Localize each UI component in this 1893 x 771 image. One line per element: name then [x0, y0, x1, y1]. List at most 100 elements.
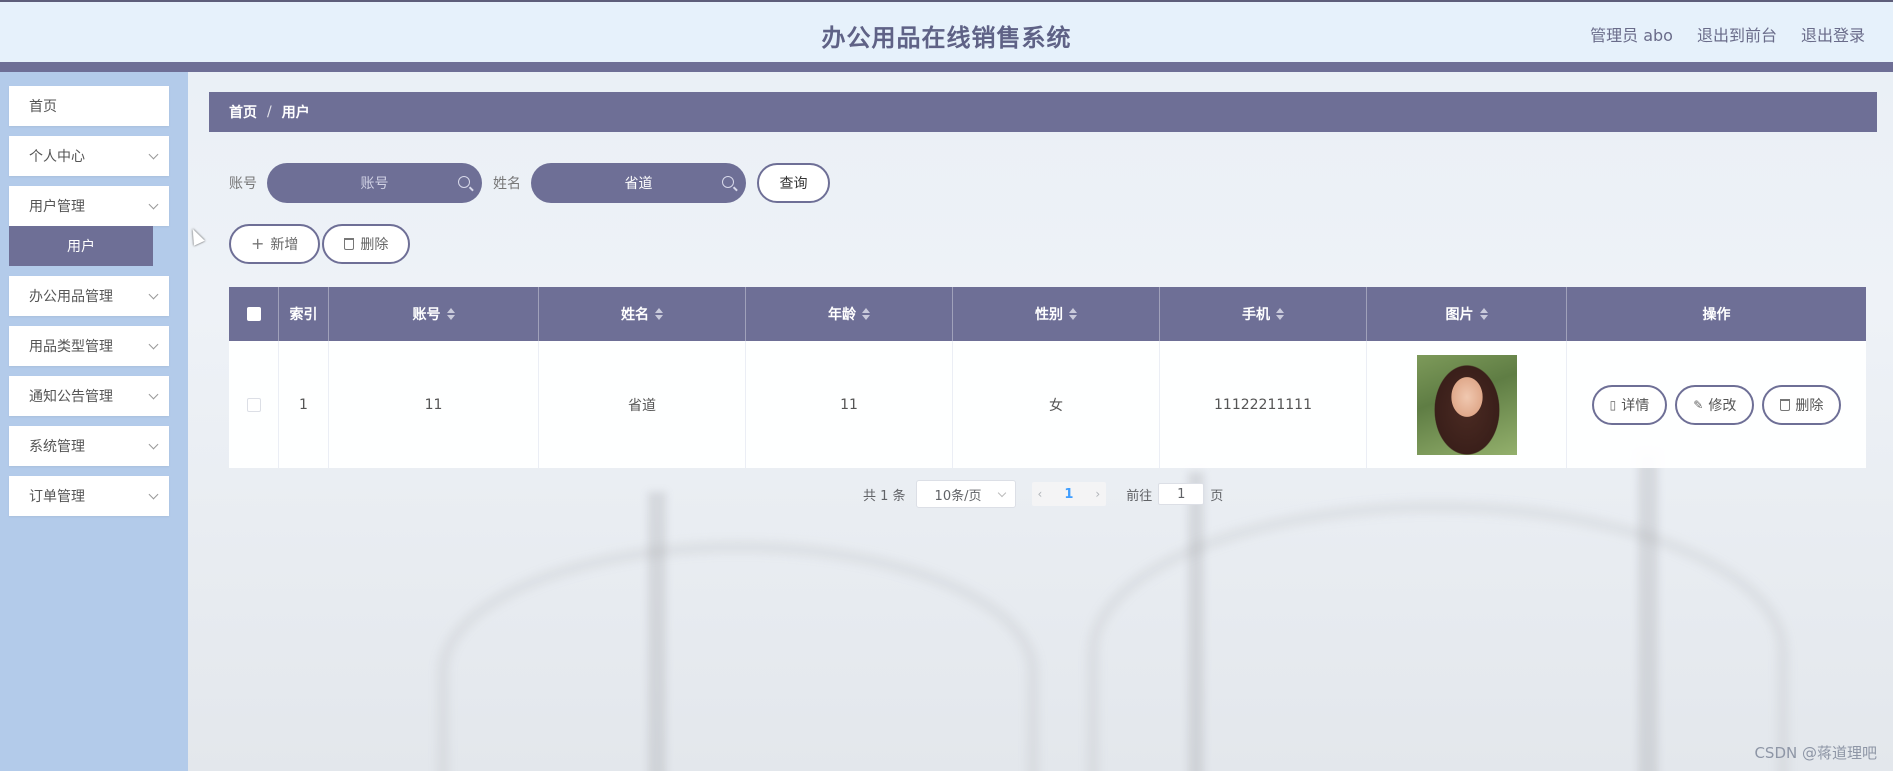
page-navigator: ‹ 1 › — [1031, 482, 1107, 506]
main-content: 首页 / 用户 账号 账号 姓名 省道 查询 + 新增 删除 索引 账号 姓名 … — [188, 72, 1893, 771]
chevron-down-icon — [997, 488, 1006, 497]
goto-page-input[interactable]: 1 — [1158, 483, 1205, 505]
sidebar-item-label: 系统管理 — [29, 439, 85, 455]
cell-phone: 11122211111 — [1160, 341, 1367, 468]
chevron-down-icon — [148, 289, 159, 299]
pagination: 共 1 条 10条/页 ‹ 1 › 前往 1 页 — [863, 480, 1223, 508]
sidebar-item-supply-types[interactable]: 用品类型管理 — [9, 326, 169, 366]
column-header-account[interactable]: 账号 — [329, 287, 539, 341]
cell-gender: 女 — [953, 341, 1160, 468]
row-delete-button[interactable]: 删除 — [1762, 384, 1842, 425]
sidebar-item-user-management[interactable]: 用户管理 — [9, 186, 169, 226]
sidebar-item-system[interactable]: 系统管理 — [9, 426, 169, 466]
sidebar-item-personal-center[interactable]: 个人中心 — [9, 136, 169, 176]
page-size-value: 10条/页 — [934, 488, 982, 504]
bulk-delete-button[interactable]: 删除 — [322, 224, 411, 264]
breadcrumb-current: 用户 — [281, 105, 310, 121]
admin-user-label[interactable]: 管理员 abo — [1590, 22, 1673, 46]
watermark: CSDN @蒋道理吧 — [1754, 744, 1877, 762]
column-header-label: 账号 — [412, 307, 441, 323]
cell-name: 省道 — [539, 341, 746, 468]
sidebar-item-home[interactable]: 首页 — [9, 86, 169, 126]
column-header-name[interactable]: 姓名 — [539, 287, 746, 341]
sort-icon[interactable] — [862, 308, 870, 320]
sort-icon[interactable] — [1479, 308, 1488, 320]
sidebar: 首页 个人中心 用户管理 用户 办公用品管理 用品类型管理 通知公告管理 系统管… — [0, 72, 188, 771]
sidebar-item-label: 订单管理 — [29, 489, 85, 505]
sidebar-item-orders[interactable]: 订单管理 — [9, 476, 169, 516]
select-all-checkbox[interactable] — [246, 307, 261, 321]
cell-photo — [1367, 341, 1567, 468]
edit-button[interactable]: ✎ 修改 — [1675, 384, 1755, 425]
sidebar-subitem-users[interactable]: 用户 — [9, 226, 153, 266]
sort-icon[interactable] — [1069, 308, 1077, 320]
toolbar: + 新增 删除 — [229, 224, 411, 264]
account-search-placeholder: 账号 — [360, 176, 389, 192]
breadcrumb: 首页 / 用户 — [209, 92, 1877, 132]
column-header-gender[interactable]: 性别 — [953, 287, 1160, 341]
cell-actions: ▯ 详情 ✎ 修改 删除 — [1567, 341, 1866, 468]
edit-button-label: 修改 — [1708, 397, 1737, 414]
breadcrumb-home[interactable]: 首页 — [229, 102, 257, 122]
chevron-down-icon — [148, 199, 159, 209]
page-unit-label: 页 — [1210, 488, 1224, 504]
row-checkbox[interactable] — [246, 397, 261, 412]
sidebar-item-label: 首页 — [29, 99, 57, 115]
chevron-down-icon — [148, 389, 159, 399]
page-goto: 前往 1 页 — [1126, 483, 1223, 505]
table-row: 1 11 省道 11 女 11122211111 ▯ 详情 ✎ 修改 删除 — [229, 341, 1866, 468]
cell-age: 11 — [746, 341, 953, 468]
column-header-label: 年龄 — [828, 307, 856, 323]
sort-icon[interactable] — [1276, 308, 1284, 320]
name-search-input[interactable]: 省道 — [531, 163, 746, 203]
column-header-phone[interactable]: 手机 — [1160, 287, 1367, 341]
sidebar-item-label: 办公用品管理 — [29, 289, 113, 305]
add-button[interactable]: + 新增 — [229, 224, 321, 264]
breadcrumb-separator: / — [267, 104, 272, 120]
chevron-down-icon — [148, 149, 159, 159]
search-bar: 账号 账号 姓名 省道 查询 — [229, 163, 830, 203]
select-all-cell — [229, 287, 279, 341]
column-header-photo[interactable]: 图片 — [1367, 287, 1567, 341]
trash-icon — [344, 238, 355, 250]
account-search-label: 账号 — [229, 176, 257, 192]
add-button-label: 新增 — [270, 237, 299, 253]
sidebar-item-office-supplies[interactable]: 办公用品管理 — [9, 276, 169, 316]
sidebar-item-label: 用户管理 — [29, 199, 85, 215]
account-search-input[interactable]: 账号 — [267, 163, 482, 203]
chevron-down-icon — [148, 439, 159, 449]
current-page-number[interactable]: 1 — [1064, 487, 1073, 502]
prev-page-icon[interactable]: ‹ — [1038, 487, 1043, 501]
page-size-select[interactable]: 10条/页 — [915, 480, 1016, 508]
column-header-age[interactable]: 年龄 — [746, 287, 953, 341]
column-header-label: 姓名 — [621, 307, 649, 323]
column-header-label: 图片 — [1445, 307, 1474, 323]
sort-icon[interactable] — [446, 308, 455, 320]
cell-index: 1 — [279, 341, 329, 468]
sidebar-item-notices[interactable]: 通知公告管理 — [9, 376, 169, 416]
row-select-cell — [229, 341, 279, 468]
sort-icon[interactable] — [655, 308, 663, 320]
goto-label: 前往 — [1126, 488, 1153, 504]
query-button[interactable]: 查询 — [757, 163, 830, 203]
plus-icon: + — [251, 234, 265, 253]
chevron-down-icon — [148, 489, 159, 499]
search-icon — [458, 176, 470, 188]
column-header-label: 性别 — [1035, 307, 1063, 323]
row-delete-button-label: 删除 — [1795, 397, 1824, 414]
user-photo[interactable] — [1416, 354, 1517, 455]
user-table: 索引 账号 姓名 年龄 性别 手机 图片 操作 1 11 省道 11 女 111… — [229, 287, 1866, 468]
next-page-icon[interactable]: › — [1095, 487, 1100, 501]
document-icon: ▯ — [1609, 397, 1617, 412]
column-header-label: 手机 — [1242, 307, 1270, 323]
logout-link[interactable]: 退出登录 — [1801, 22, 1865, 46]
table-header: 索引 账号 姓名 年龄 性别 手机 图片 操作 — [229, 287, 1866, 341]
detail-button[interactable]: ▯ 详情 — [1591, 384, 1668, 425]
edit-icon: ✎ — [1693, 397, 1704, 412]
search-icon — [722, 176, 734, 188]
delete-button-label: 删除 — [360, 237, 389, 253]
exit-to-front-link[interactable]: 退出到前台 — [1697, 22, 1777, 46]
column-header-index: 索引 — [279, 287, 329, 341]
sidebar-item-label: 用品类型管理 — [29, 339, 113, 355]
header-actions: 管理员 abo 退出到前台 退出登录 — [1590, 22, 1865, 46]
